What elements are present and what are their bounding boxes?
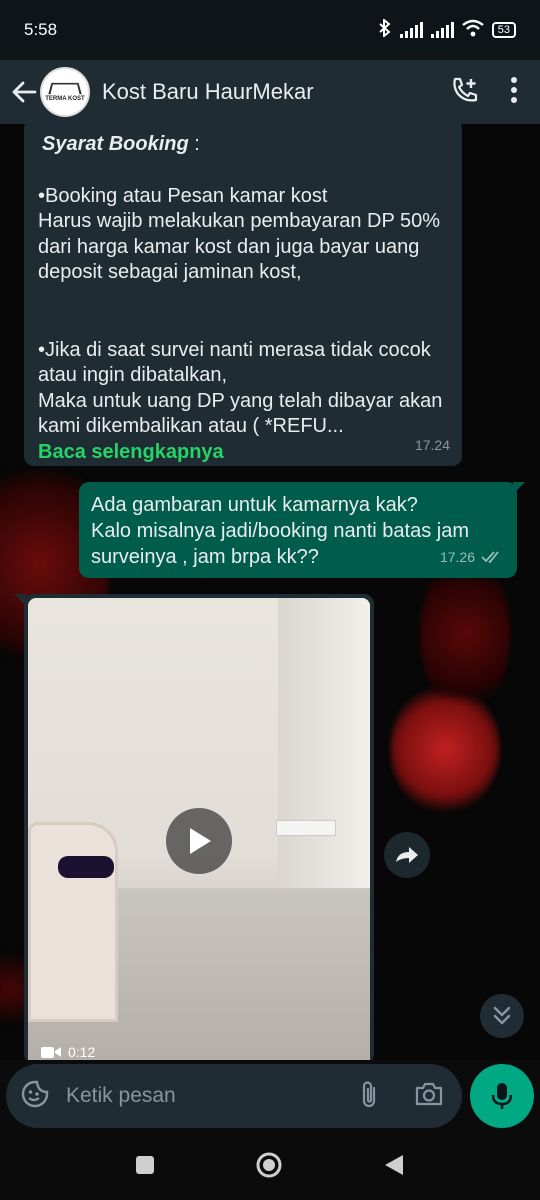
chat-area[interactable]: Syarat Booking : •Booking atau Pesan kam… xyxy=(0,124,540,1060)
more-options-icon[interactable] xyxy=(510,76,518,108)
avatar[interactable]: TERMA KOST xyxy=(40,67,90,117)
signal-icon-2 xyxy=(430,22,454,38)
chat-header: TERMA KOST Kost Baru HaurMekar xyxy=(0,60,540,124)
forward-icon xyxy=(396,847,418,863)
system-nav-bar xyxy=(0,1134,540,1200)
triangle-icon xyxy=(385,1154,403,1175)
recents-button[interactable] xyxy=(135,1155,155,1180)
play-icon xyxy=(190,828,211,854)
status-time: 5:58 xyxy=(24,20,58,39)
microphone-icon xyxy=(491,1083,513,1109)
avatar-label: TERMA KOST xyxy=(45,96,85,102)
attach-icon[interactable] xyxy=(358,1079,380,1114)
back-nav-button[interactable] xyxy=(383,1153,405,1182)
read-more-link[interactable]: Baca selengkapnya xyxy=(38,440,448,466)
signal-icon xyxy=(399,22,423,38)
bubble-tail xyxy=(513,482,525,494)
wallpaper-shape xyxy=(420,554,510,714)
message-heading: Syarat Booking xyxy=(42,133,189,155)
message-paragraph: •Jika di saat survei nanti merasa tidak … xyxy=(38,338,443,438)
square-icon xyxy=(136,1155,154,1174)
outgoing-message-bubble[interactable]: Ada gambaran untuk kamarnya kak? Kalo mi… xyxy=(79,482,517,578)
battery-indicator: 53 xyxy=(491,22,516,38)
circle-icon xyxy=(256,1152,282,1177)
status-bar: 5:58 53 xyxy=(0,0,540,60)
incoming-message-bubble[interactable]: Syarat Booking : •Booking atau Pesan kam… xyxy=(24,124,462,466)
bluetooth-icon xyxy=(378,17,392,42)
scroll-down-button[interactable] xyxy=(480,994,524,1038)
wifi-icon xyxy=(462,19,484,42)
video-duration-text: 0:12 xyxy=(68,1044,96,1060)
video-duration: 0:12 xyxy=(40,1044,95,1060)
pillow xyxy=(58,856,114,878)
shelf xyxy=(276,820,336,836)
sticker-icon[interactable] xyxy=(20,1079,50,1114)
video-thumbnail[interactable]: 0:12 xyxy=(28,598,370,1060)
message-input[interactable] xyxy=(66,1084,358,1108)
chevrons-down-icon xyxy=(493,1006,511,1025)
message-time: 17.24 xyxy=(414,436,450,453)
chat-title[interactable]: Kost Baru HaurMekar xyxy=(102,79,314,105)
header-actions xyxy=(450,75,530,110)
double-check-icon xyxy=(481,551,499,564)
video-camera-icon xyxy=(41,1047,61,1058)
play-button[interactable] xyxy=(166,808,232,874)
message-input-bar xyxy=(6,1064,462,1128)
forward-button[interactable] xyxy=(384,832,430,878)
bed xyxy=(28,822,118,1022)
arrow-left-icon xyxy=(12,81,37,103)
message-time: 17.26 xyxy=(439,549,475,565)
camera-icon[interactable] xyxy=(414,1081,444,1112)
home-button[interactable] xyxy=(255,1151,283,1184)
house-logo-icon xyxy=(48,82,82,95)
message-heading-suffix: : xyxy=(188,133,200,155)
status-icons: 53 xyxy=(378,17,516,42)
message-meta: 17.26 xyxy=(440,544,503,570)
back-button[interactable] xyxy=(10,78,38,106)
incoming-video-bubble[interactable]: 0:12 xyxy=(24,594,374,1060)
add-call-icon[interactable] xyxy=(450,75,480,110)
mic-button[interactable] xyxy=(470,1064,534,1128)
message-paragraph: •Booking atau Pesan kamar kost Harus waj… xyxy=(38,184,441,284)
